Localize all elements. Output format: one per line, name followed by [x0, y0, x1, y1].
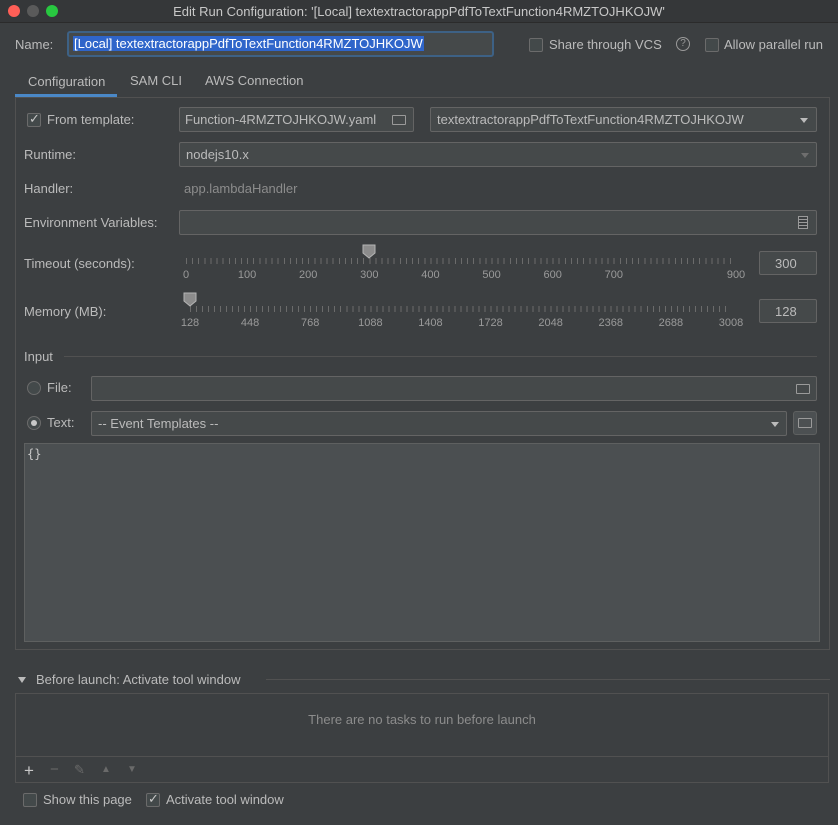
name-field[interactable]: [Local] textextractorappPdfToTextFunctio… — [67, 31, 494, 57]
activate-tool-window-label: Activate tool window — [166, 792, 284, 807]
tick-label: 2048 — [538, 317, 563, 329]
input-section-divider — [64, 356, 817, 357]
list-icon[interactable] — [798, 216, 808, 229]
event-templates-select[interactable]: -- Event Templates -- — [91, 411, 787, 436]
folder-icon[interactable] — [392, 115, 406, 125]
template-function-text: textextractorappPdfToTextFunction4RMZTOJ… — [437, 112, 744, 127]
add-task-button[interactable]: + — [24, 761, 34, 781]
show-page-checkbox[interactable] — [23, 793, 37, 807]
tick-label: 448 — [240, 317, 260, 329]
text-label: Text: — [47, 415, 75, 430]
tab-configuration-label: Configuration — [28, 74, 106, 89]
title-bar: Edit Run Configuration: '[Local] textext… — [0, 0, 838, 23]
input-section-label: Input — [24, 349, 53, 364]
runtime-label: Runtime: — [24, 147, 77, 162]
memory-value-field[interactable]: 128 — [759, 299, 817, 323]
text-radio[interactable] — [27, 416, 41, 430]
memory-slider[interactable] — [183, 292, 731, 318]
runtime-text: nodejs10.x — [186, 147, 249, 162]
before-launch-task-list: There are no tasks to run before launch … — [15, 693, 829, 783]
show-page-label: Show this page — [43, 792, 132, 807]
memory-tick-marks — [190, 306, 731, 312]
tick-label: 600 — [543, 269, 562, 281]
name-field-text: [Local] textextractorappPdfToTextFunctio… — [73, 36, 424, 51]
template-function-select[interactable]: textextractorappPdfToTextFunction4RMZTOJ… — [430, 107, 817, 132]
tab-configuration[interactable]: Configuration — [15, 73, 117, 97]
template-file-field[interactable]: Function-4RMZTOJHKOJW.yaml — [179, 107, 414, 132]
timeout-value-field[interactable]: 300 — [759, 251, 817, 275]
folder-icon — [798, 418, 812, 428]
file-label: File: — [47, 380, 72, 395]
tick-label: 1088 — [358, 317, 383, 329]
before-launch-divider — [266, 679, 830, 680]
file-radio[interactable] — [27, 381, 41, 395]
before-launch-empty-message: There are no tasks to run before launch — [308, 712, 536, 727]
memory-tick-labels: 128 448 768 1088 1408 1728 2048 2368 2688 3008 — [181, 317, 743, 331]
folder-icon[interactable] — [796, 384, 810, 394]
tick-label: 500 — [482, 269, 501, 281]
open-event-file-button[interactable] — [793, 411, 817, 435]
timeout-value-text: 300 — [775, 256, 797, 271]
env-vars-label: Environment Variables: — [24, 215, 158, 230]
timeout-tick-labels: 0 100 200 300 400 500 600 700 900 — [182, 269, 745, 283]
env-vars-field[interactable] — [179, 210, 817, 235]
tick-label: 900 — [726, 269, 746, 281]
tick-label: 200 — [299, 269, 318, 281]
tick-label: 0 — [182, 269, 190, 281]
activate-tool-window-checkbox[interactable] — [146, 791, 160, 807]
share-vcs-checkbox[interactable] — [529, 38, 543, 52]
tick-label: 3008 — [718, 317, 744, 329]
from-template-checkbox[interactable] — [27, 111, 41, 127]
memory-label: Memory (MB): — [24, 304, 107, 319]
name-label: Name: — [15, 37, 54, 52]
tab-sam-cli[interactable]: SAM CLI — [130, 73, 182, 97]
timeout-slider-thumb[interactable] — [362, 244, 376, 259]
before-launch-header[interactable]: Before launch: Activate tool window — [36, 672, 241, 687]
event-text-editor[interactable]: {} — [24, 443, 820, 642]
share-vcs-label: Share through VCS — [549, 37, 662, 52]
tick-label: 128 — [180, 317, 200, 329]
timeout-label: Timeout (seconds): — [24, 256, 135, 271]
tick-label: 1408 — [418, 317, 443, 329]
task-toolbar-divider — [16, 756, 828, 757]
memory-value-text: 128 — [775, 304, 797, 319]
remove-task-button[interactable]: − — [50, 761, 59, 778]
tick-label: 2368 — [598, 317, 624, 329]
tab-aws-connection[interactable]: AWS Connection — [205, 73, 304, 97]
handler-value: app.lambdaHandler — [184, 181, 298, 196]
parallel-run-checkbox[interactable] — [705, 38, 719, 52]
tab-sam-cli-label: SAM CLI — [130, 73, 183, 88]
chevron-down-icon — [771, 422, 779, 427]
help-icon[interactable]: ? — [676, 37, 690, 51]
tick-label: 768 — [301, 317, 320, 329]
handler-label: Handler: — [24, 181, 74, 196]
chevron-down-icon — [801, 153, 809, 158]
tick-label: 700 — [604, 269, 623, 281]
memory-slider-thumb[interactable] — [183, 292, 197, 307]
move-down-button[interactable]: ▼ — [127, 764, 137, 775]
file-path-field[interactable] — [91, 376, 817, 401]
tick-label: 100 — [237, 269, 257, 281]
timeout-slider[interactable] — [186, 244, 736, 270]
chevron-down-icon — [800, 118, 808, 123]
window-title: Edit Run Configuration: '[Local] textext… — [173, 4, 665, 19]
before-launch-toggle-icon[interactable] — [18, 677, 26, 683]
parallel-run-label: Allow parallel run — [724, 37, 823, 52]
tick-label: 2688 — [658, 317, 684, 329]
timeout-tick-marks — [186, 258, 736, 264]
runtime-select[interactable]: nodejs10.x — [179, 142, 817, 167]
tick-label: 300 — [360, 269, 379, 281]
tick-label: 1728 — [478, 317, 503, 329]
from-template-label: From template: — [47, 112, 135, 127]
editor-content: {} — [27, 447, 42, 461]
tick-label: 400 — [421, 269, 440, 281]
move-up-button[interactable]: ▲ — [101, 764, 111, 775]
event-templates-text: -- Event Templates -- — [98, 416, 219, 431]
template-file-text: Function-4RMZTOJHKOJW.yaml — [185, 112, 377, 127]
edit-task-button[interactable]: ✎ — [74, 762, 85, 778]
tab-aws-connection-label: AWS Connection — [205, 73, 304, 88]
